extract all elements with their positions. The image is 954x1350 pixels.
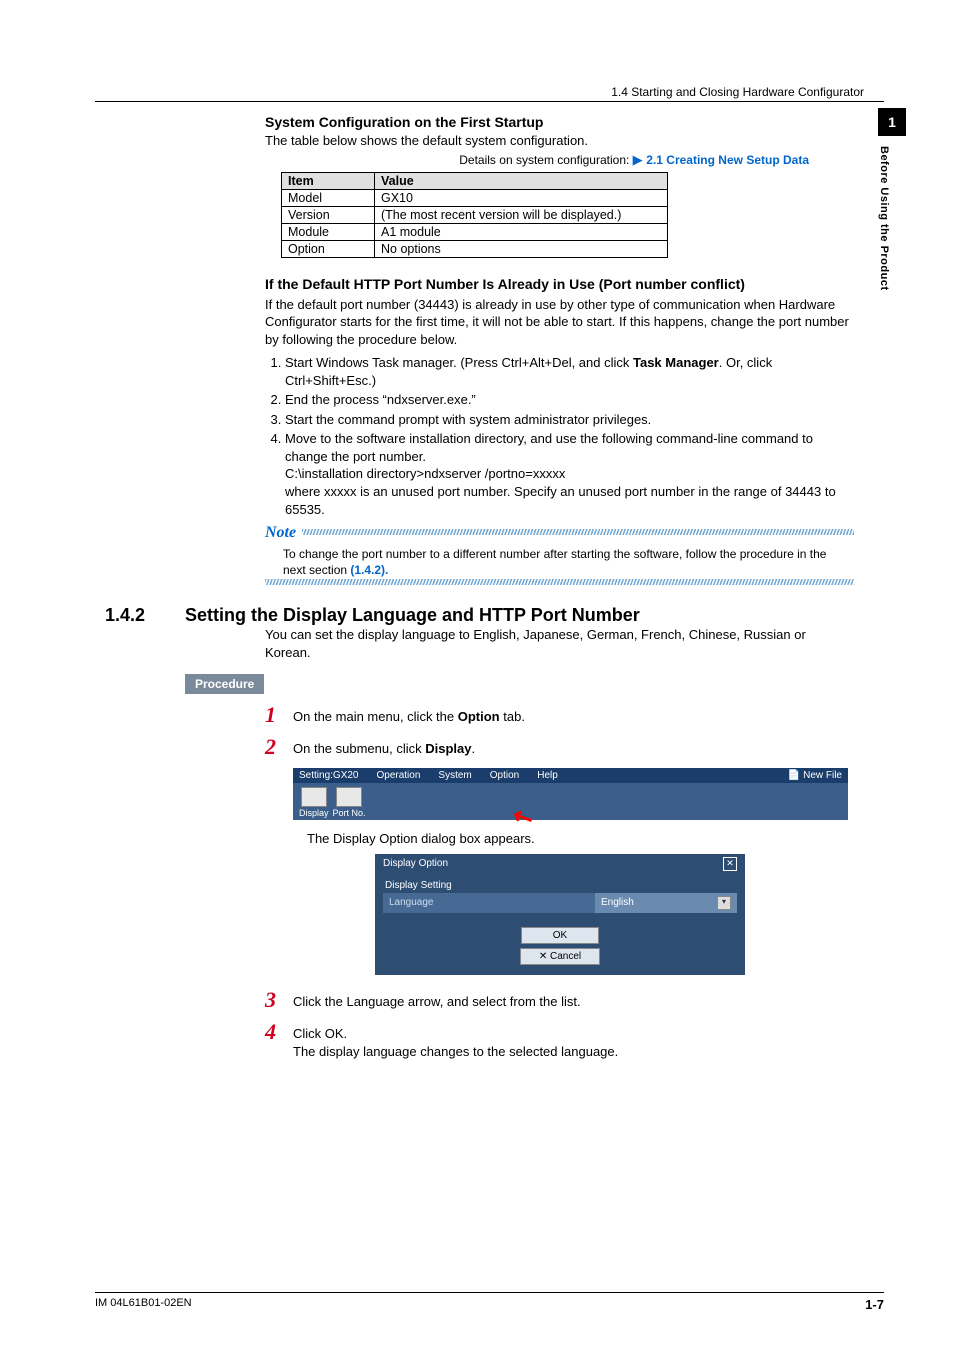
section-142-intro: You can set the display language to Engl… [265,626,854,661]
section-sysconfig-title: System Configuration on the First Startu… [265,114,854,130]
step-2-text: On the submenu, click Display. [293,736,475,758]
step-number-3: 3 [265,989,293,1011]
language-dropdown[interactable]: English ▾ [595,893,737,913]
menu-help[interactable]: Help [537,770,558,781]
step-item: Move to the software installation direct… [285,430,854,518]
step-number-2: 2 [265,736,293,758]
table-row: Version(The most recent version will be … [282,206,668,223]
step-4-text: Click OK. The display language changes t… [293,1021,618,1061]
dialog-title-text: Display Option [383,858,448,869]
page-number: 1-7 [865,1297,884,1312]
menu-system[interactable]: System [438,770,471,781]
step-item: Start the command prompt with system adm… [285,411,854,429]
ribbon-display-button[interactable]: Display [299,787,329,818]
display-option-dialog: Display Option ✕ Display Setting Languag… [375,854,745,975]
section-142-title: Setting the Display Language and HTTP Po… [185,605,640,626]
details-prefix: Details on system configuration: [459,153,632,167]
note-block: Note To change the port number to a diff… [265,524,854,585]
step-item: End the process “ndxserver.exe.” [285,391,854,409]
step-number-4: 4 [265,1021,293,1043]
menu-option[interactable]: Option [490,770,519,781]
chapter-title: Before Using the Product [878,136,890,291]
chapter-tab: 1 Before Using the Product [878,108,906,291]
portno-icon [336,787,362,807]
newfile-indicator: 📄 New File [788,770,842,781]
step-1-text: On the main menu, click the Option tab. [293,704,525,726]
cancel-button[interactable]: ✕ Cancel [520,948,600,965]
section-number: 1.4.2 [105,605,185,626]
step-item: Start Windows Task manager. (Press Ctrl+… [285,354,854,389]
page-header: 1.4 Starting and Closing Hardware Config… [95,85,884,102]
step-3-text: Click the Language arrow, and select fro… [293,989,581,1011]
table-row: ModuleA1 module [282,223,668,240]
ok-button[interactable]: OK [521,927,599,944]
close-icon[interactable]: ✕ [723,857,737,871]
table-row: ModelGX10 [282,189,668,206]
chevron-down-icon[interactable]: ▾ [717,896,731,910]
doc-id: IM 04L61B01-02EN [95,1297,192,1312]
menu-setting[interactable]: Setting:GX20 [299,770,358,781]
ribbon-screenshot: Setting:GX20 Operation System Option Hel… [293,768,848,820]
procedure-label: Procedure [185,674,264,694]
language-label: Language [383,894,595,911]
table-row: OptionNo options [282,240,668,257]
link-section-142[interactable]: (1.4.2). [350,563,388,577]
th-item: Item [282,172,375,189]
step-number-1: 1 [265,704,293,726]
link-creating-setup-data[interactable]: 2.1 Creating New Setup Data [646,153,809,167]
th-value: Value [375,172,668,189]
dialog-caption: The Display Option dialog box appears. [307,830,854,848]
display-icon [301,787,327,807]
triangle-icon: ▶ [633,152,647,167]
section-port-conflict-title: If the Default HTTP Port Number Is Alrea… [265,276,854,292]
ribbon-portno-button[interactable]: Port No. [333,787,366,818]
page-footer: IM 04L61B01-02EN 1-7 [95,1292,884,1312]
menu-operation[interactable]: Operation [376,770,420,781]
chapter-number: 1 [878,108,906,136]
config-table: Item Value ModelGX10 Version(The most re… [281,172,668,258]
port-conflict-steps: Start Windows Task manager. (Press Ctrl+… [265,354,854,518]
dialog-section-label: Display Setting [375,874,745,893]
sysconfig-intro: The table below shows the default system… [265,132,854,150]
port-conflict-intro: If the default port number (34443) is al… [265,296,854,349]
note-label: Note [265,524,296,542]
language-value: English [601,897,634,908]
